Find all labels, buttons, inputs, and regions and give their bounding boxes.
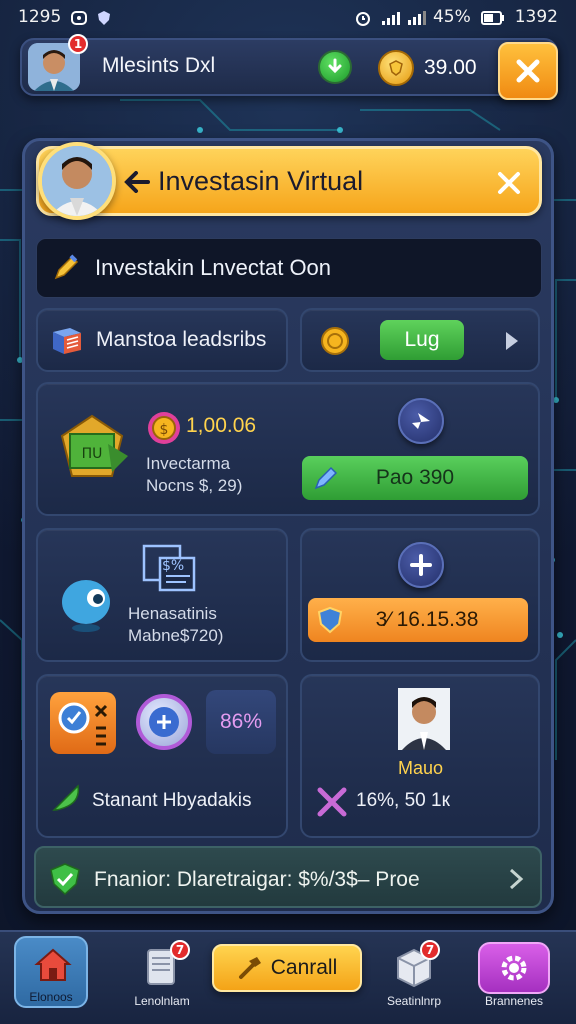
gear-icon [501, 955, 527, 981]
coin-value: 39.00 [424, 56, 477, 79]
dialog-title-text: Investasin Virtual [158, 166, 364, 196]
pencil-icon [51, 253, 81, 287]
status-clock: 1392 [514, 7, 558, 27]
investment-action-button[interactable] [398, 398, 444, 444]
footer-text: Fnanior: Dlaretraigar: $%/3$– Proe [94, 868, 420, 891]
nav-item-2-label: Lenolnlam [134, 994, 190, 1008]
cancel-button-label: Canrall [270, 956, 338, 979]
leaderboard-card[interactable]: Manstoa leadsribs [36, 308, 288, 372]
profile-name: Mauo [398, 758, 444, 778]
alarm-icon [355, 10, 371, 26]
investment-line1: Invectarma [146, 454, 231, 473]
coin-icon: $ [146, 410, 182, 450]
add-button[interactable] [398, 542, 444, 588]
nav-item-4-badge: 7 [420, 940, 440, 960]
cancel-button[interactable]: Canrall [212, 944, 362, 992]
dialog-close-button[interactable] [494, 168, 524, 198]
add-amount-button[interactable]: 3⁄ 16.15.38 [308, 598, 528, 642]
add-amount-label: 3⁄ 16.15.38 [375, 608, 479, 631]
investment-coin-amount: 1,00.06 [186, 414, 257, 437]
percent-display: 86% [206, 690, 276, 754]
sword-icon [316, 786, 348, 822]
svg-text:$%: $% [162, 558, 184, 574]
login-card: Lug [300, 308, 540, 372]
status-time: 1295 [18, 7, 62, 27]
battery-icon [480, 10, 505, 25]
history-line2: Mabne$720) [128, 626, 224, 645]
svg-text:$: $ [160, 422, 169, 438]
plus-icon [149, 707, 179, 737]
pay-button-label: Pao 390 [375, 466, 455, 489]
pay-button[interactable]: Pao 390 [302, 456, 528, 500]
coin-icon [378, 50, 414, 86]
nav-item-5-label: Brannenes [484, 994, 544, 1008]
dialog-subtitle: Investakin Lnvectat Oon [95, 255, 332, 280]
status-bar: 1295 45% 1392 [0, 0, 576, 34]
document-icon: $% [142, 544, 198, 598]
calculator-button[interactable] [50, 692, 116, 754]
history-line1: Henasatinis [128, 604, 217, 623]
nav-home-button[interactable]: Elonoos [14, 936, 88, 1008]
nav-item-2-badge: 7 [170, 940, 190, 960]
investment-line2: Nocns $, 29) [146, 476, 243, 495]
profile-card: Mauo 16%, 50 1к [300, 674, 540, 838]
shield-icon [317, 606, 343, 634]
nav-item-4[interactable]: 7 Seatinlnrp [372, 936, 456, 1016]
chevron-right-icon[interactable] [508, 868, 524, 894]
close-button[interactable] [498, 42, 558, 100]
shield-icon [97, 10, 113, 25]
leaderboard-label: Manstoa leadsribs [96, 328, 267, 351]
chevron-right-icon[interactable] [504, 330, 520, 356]
add-card: 3⁄ 16.15.38 [300, 528, 540, 662]
close-icon [516, 59, 540, 83]
signal-icon [381, 10, 400, 25]
book-icon [50, 324, 84, 362]
stats-card: 86% Stanant Hbyadakis [36, 674, 288, 838]
profile-photo[interactable] [398, 688, 450, 750]
investment-card: ΠU $ 1,00.06 Invectarma Nocns $, 29) Pao… [36, 382, 540, 516]
hammer-icon [238, 957, 261, 979]
footer-info-bar[interactable]: Fnanior: Dlaretraigar: $%/3$– Proe [34, 846, 542, 908]
plus-icon [410, 554, 432, 576]
back-arrow-icon[interactable] [124, 170, 150, 193]
coin-balance: 39.00 [378, 50, 477, 86]
dialog-title: Investasin Virtual [124, 166, 363, 197]
download-icon [328, 58, 342, 74]
svg-text:ΠU: ΠU [82, 446, 103, 462]
profile-stats: 16%, 50 1к [356, 790, 450, 811]
coin-icon [320, 326, 350, 360]
calculator-icon [58, 702, 108, 746]
stats-bottom-label: Stanant Hbyadakis [92, 790, 252, 811]
battery-percent: 45% [432, 7, 471, 27]
leaf-icon [50, 782, 82, 818]
nav-item-4-label: Seatinlnrp [386, 994, 442, 1008]
money-stack-icon: ΠU [52, 406, 132, 492]
home-icon [34, 948, 72, 981]
nav-item-5-button[interactable] [478, 942, 550, 994]
nav-item-2[interactable]: 7 Lenolnlam [122, 936, 202, 1016]
username: Mlesints Dxl [102, 54, 216, 77]
history-card: $% Henasatinis Mabne$720) [36, 528, 288, 662]
nav-home-label: Elonoos [29, 990, 73, 1004]
creature-icon [58, 570, 114, 636]
download-button[interactable] [318, 50, 352, 84]
login-button[interactable]: Lug [380, 320, 464, 360]
dialog-avatar [38, 142, 116, 220]
check-shield-icon [48, 862, 82, 900]
add-stat-button[interactable] [136, 694, 192, 750]
plane-icon [412, 413, 430, 429]
record-icon [71, 10, 88, 25]
dialog-subtitle-bar: Investakin Lnvectat Oon [36, 238, 542, 298]
pencil-icon [314, 466, 338, 490]
notification-badge: 1 [68, 34, 88, 54]
top-header: 1 Mlesints Dxl 39.00 [20, 34, 558, 96]
wifi-icon [407, 10, 426, 25]
close-icon [498, 172, 520, 194]
